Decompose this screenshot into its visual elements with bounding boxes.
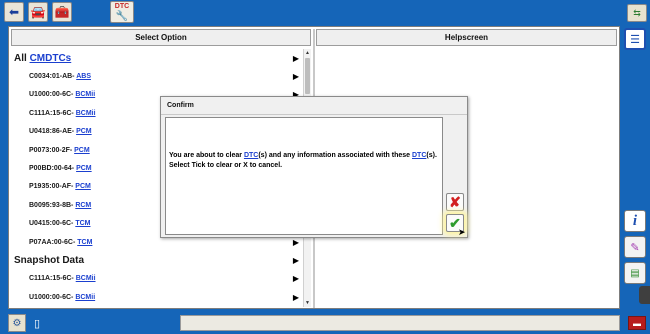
expand-arrow-icon[interactable]: ▶ bbox=[293, 72, 299, 81]
module-link[interactable]: PCM bbox=[76, 128, 92, 135]
list-item-label: C111A:15-6C- BCMii bbox=[11, 110, 96, 117]
list-item-label: P1935:00-AF- PCM bbox=[11, 183, 91, 190]
scroll-up-icon[interactable]: ▲ bbox=[304, 49, 311, 57]
document-icon[interactable]: ▤ bbox=[624, 262, 646, 284]
list-item[interactable]: C0034:01-AB- ABS ▶ bbox=[11, 67, 301, 85]
list-item-label: U1000:00-6C- BCMii bbox=[11, 294, 95, 301]
list-item-code: P1935:00-AF- bbox=[29, 183, 76, 191]
list-group-heading[interactable]: Snapshot Data ▶ bbox=[11, 251, 301, 269]
list-item-label: P0073:00-2F- PCM bbox=[11, 147, 90, 154]
helpscreen-header: Helpscreen bbox=[316, 29, 617, 46]
erase-icon[interactable]: ✎ bbox=[624, 236, 646, 258]
dtc-link[interactable]: DTC bbox=[244, 152, 258, 159]
list-item-code: B0095:93-8B- bbox=[29, 201, 76, 209]
top-toolbar: ⬅ 🚘 🧰 DTC 🔧 bbox=[0, 0, 650, 24]
list-item-code: C111A:15-6C- bbox=[29, 109, 76, 117]
toolbox-icon[interactable]: 🧰 bbox=[52, 2, 72, 22]
tab-dtc[interactable]: DTC 🔧 bbox=[110, 1, 134, 23]
dialog-title: Confirm bbox=[161, 97, 467, 115]
dialog-body: You are about to clear DTC(s) and any in… bbox=[165, 117, 443, 235]
expand-arrow-icon[interactable]: ▶ bbox=[293, 54, 299, 63]
list-item-code: P00BD:00-64- bbox=[29, 164, 77, 172]
list-item[interactable]: U1000:00-6C- BCMii ▶ bbox=[11, 288, 301, 306]
dialog-message: You are about to clear DTC(s) and any in… bbox=[169, 151, 441, 171]
module-link[interactable]: BCMii bbox=[76, 110, 96, 117]
list-item-code: C111A:15-6C- bbox=[29, 275, 76, 283]
vehicle-icon[interactable]: 🚘 bbox=[28, 2, 48, 22]
expand-arrow-icon[interactable]: ▶ bbox=[293, 274, 299, 283]
list-view-icon[interactable]: ☰ bbox=[624, 28, 646, 50]
module-link[interactable]: PCM bbox=[74, 147, 90, 154]
list-item[interactable]: C111A:15-6C- BCMii ▶ bbox=[11, 270, 301, 288]
list-item-code: U1000:00-6C- bbox=[29, 91, 76, 99]
list-item-label: U0418:86-AE- PCM bbox=[11, 128, 92, 135]
list-item-label: All CMDTCs bbox=[11, 53, 71, 64]
list-item-code: U0415:00-6C- bbox=[29, 220, 76, 228]
page-icon[interactable]: ▯ bbox=[30, 315, 44, 331]
list-item-label: U0415:00-6C- TCM bbox=[11, 220, 90, 227]
list-item-label: U1000:00-6C- BCMii bbox=[11, 91, 95, 98]
scroll-thumb[interactable] bbox=[305, 58, 310, 94]
back-arrow-icon[interactable]: ⬅ bbox=[4, 2, 24, 22]
list-item-label: C0034:01-AB- ABS bbox=[11, 73, 91, 80]
dtc-link[interactable]: DTC bbox=[412, 152, 426, 159]
network-icon[interactable]: ⇆ bbox=[627, 4, 647, 22]
confirm-dialog: Confirm You are about to clear DTC(s) an… bbox=[160, 96, 468, 238]
list-item-code: U1000:00-6C- bbox=[29, 293, 76, 301]
list-item-label: P07AA:00-6C- TCM bbox=[11, 239, 92, 246]
list-item-label: B0095:93-8B- RCM bbox=[11, 202, 91, 209]
list-item-code: P07AA:00-6C- bbox=[29, 238, 78, 246]
module-link[interactable]: ABS bbox=[76, 73, 91, 80]
wrench-icon: 🔧 bbox=[115, 11, 129, 22]
exit-icon[interactable]: ▬ bbox=[628, 316, 646, 330]
list-item-code: P0073:00-2F- bbox=[29, 146, 75, 154]
module-link[interactable]: BCMii bbox=[75, 294, 95, 301]
module-link[interactable]: PCM bbox=[76, 165, 92, 172]
status-field bbox=[180, 315, 620, 331]
dtc-tab-label: DTC bbox=[114, 3, 130, 10]
status-bar: ⚙ ▯ ▬ bbox=[0, 312, 650, 334]
workshop-icon[interactable]: ⚙ bbox=[8, 314, 26, 332]
module-link[interactable]: BCMii bbox=[76, 275, 96, 282]
module-link[interactable]: RCM bbox=[75, 202, 91, 209]
list-item-code: Snapshot Data bbox=[14, 254, 85, 266]
module-link[interactable]: BCMii bbox=[75, 91, 95, 98]
list-item-code: All bbox=[14, 52, 30, 64]
mouse-cursor-icon: ➤ bbox=[458, 227, 466, 237]
message-text: (s) and any information associated with … bbox=[258, 152, 412, 159]
expand-arrow-icon[interactable]: ▶ bbox=[293, 293, 299, 302]
module-link[interactable]: TCM bbox=[75, 220, 90, 227]
message-text: You are about to clear bbox=[169, 152, 244, 159]
right-toolbar: ☰ i ✎ ▤ bbox=[620, 24, 650, 310]
expand-arrow-icon[interactable]: ▶ bbox=[293, 256, 299, 265]
list-item-label: C111A:15-6C- BCMii bbox=[11, 275, 96, 282]
side-tab-handle[interactable] bbox=[639, 286, 650, 304]
select-option-header: Select Option bbox=[11, 29, 311, 46]
list-item-label: Snapshot Data bbox=[11, 255, 84, 266]
scroll-down-icon[interactable]: ▼ bbox=[304, 299, 311, 307]
list-item-label: P00BD:00-64- PCM bbox=[11, 165, 92, 172]
list-item-code: U0418:86-AE- bbox=[29, 128, 77, 136]
module-link[interactable]: TCM bbox=[77, 239, 92, 246]
list-item-code: C0034:01-AB- bbox=[29, 72, 77, 80]
expand-arrow-icon[interactable]: ▶ bbox=[293, 238, 299, 247]
module-link[interactable]: CMDTCs bbox=[30, 53, 72, 64]
list-group-heading[interactable]: All CMDTCs ▶ bbox=[11, 49, 301, 67]
info-icon[interactable]: i bbox=[624, 210, 646, 232]
cancel-x-icon[interactable]: ✘ bbox=[446, 193, 464, 211]
module-link[interactable]: PCM bbox=[75, 183, 91, 190]
